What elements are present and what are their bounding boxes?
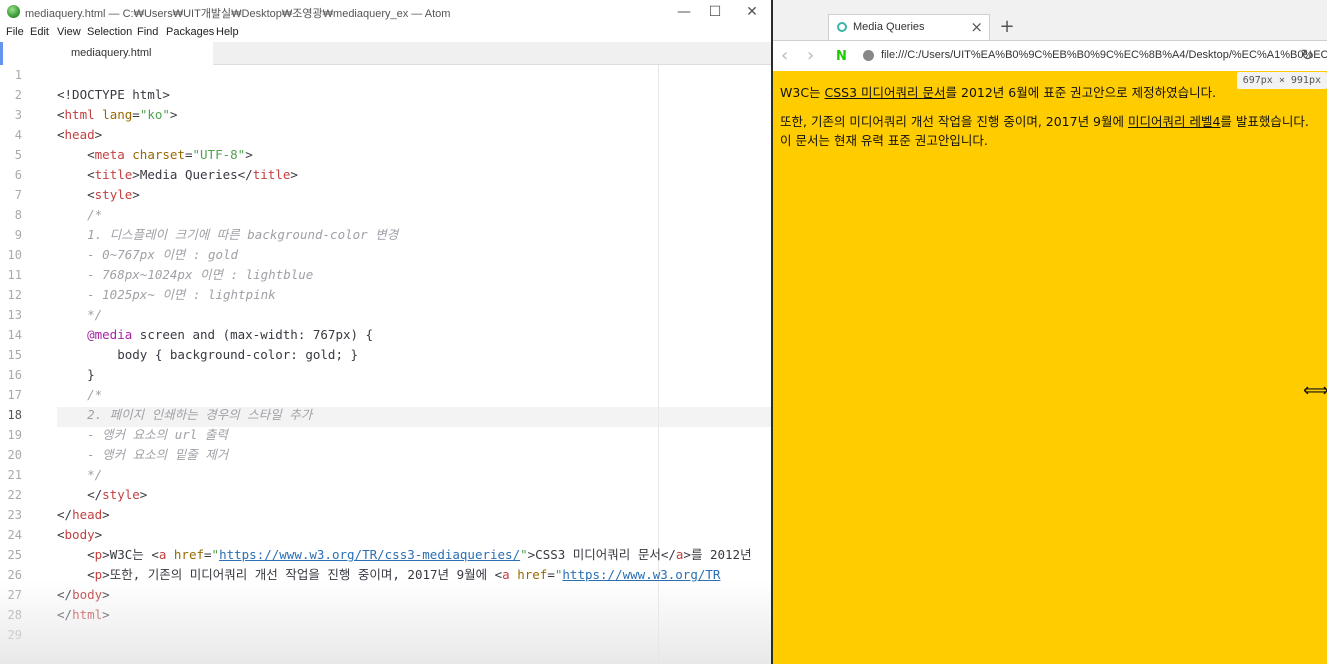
new-tab-button[interactable]: + (994, 15, 1020, 39)
browser-tabstrip: Media Queries × + (773, 0, 1327, 40)
code-line: 23 </head> (7, 507, 110, 522)
paragraph-2: 또한, 기존의 미디어쿼리 개선 작업을 진행 중이며, 2017년 9월에 미… (780, 114, 1309, 148)
code-line: 22 </style> (7, 487, 148, 502)
code-line: 9 1. 디스플레이 크기에 따른 background-color 변경 (14, 227, 399, 242)
address-bar[interactable]: file:///C:/Users/UIT%EA%B0%9C%EB%B0%9C%E… (881, 49, 1327, 61)
menu-file[interactable]: File (6, 26, 24, 38)
menu-view[interactable]: View (57, 26, 81, 38)
browser-tab-media-queries[interactable]: Media Queries × (828, 14, 990, 40)
browser-window: Media Queries × + ‹ › N file:///C:/Users… (773, 0, 1327, 664)
code-line: 17 /* (7, 387, 103, 402)
menu-find[interactable]: Find (137, 26, 158, 38)
code-line: 13 */ (7, 307, 103, 322)
browser-toolbar: ‹ › N file:///C:/Users/UIT%EA%B0%9C%EB%B… (773, 40, 1327, 71)
naver-logo-icon[interactable]: N (836, 49, 847, 64)
atom-window-title: mediaquery.html — C:₩Users₩UIT개발실₩Deskto… (25, 8, 451, 20)
code-line-current: 18 2. 페이지 인쇄하는 경우의 스타일 추가 (7, 407, 313, 422)
code-line: 28 </html> (7, 607, 110, 622)
reload-button[interactable]: ↻ (1301, 46, 1314, 64)
resize-cursor-icon: ⟺ (1303, 380, 1327, 401)
code-line: 8 /* (14, 207, 103, 222)
atom-app-icon (7, 5, 20, 18)
mediaqueries-level4-link[interactable]: 미디어쿼리 레벨4 (1128, 114, 1220, 129)
code-line: 10 - 0~767px 이면 : gold (7, 247, 239, 262)
code-line: 1 (14, 68, 22, 82)
back-button[interactable]: ‹ (781, 45, 788, 66)
code-editor[interactable]: 1 2 <!DOCTYPE html> 3 <html lang="ko"> 4 <h… (0, 65, 771, 664)
code-line: 25 <p>W3C는 <a href="https://www.w3.org/T… (7, 547, 752, 562)
tab-close-icon[interactable]: × (970, 18, 983, 36)
close-button[interactable]: ✕ (737, 2, 767, 22)
code-line: 6 <title>Media Queries</title> (14, 167, 298, 182)
atom-editor-window: mediaquery.html — C:₩Users₩UIT개발실₩Deskto… (0, 0, 771, 664)
code-line: 21 */ (7, 467, 103, 482)
code-line: 11 - 768px~1024px 이면 : lightblue (7, 267, 314, 282)
code-line: 3 <html lang="ko"> (14, 107, 178, 122)
code-line: 15 body { background-color: gold; } (7, 347, 359, 362)
tab-mediaquery-html[interactable]: mediaquery.html (0, 42, 213, 65)
paragraph-1: W3C는 CSS3 미디어쿼리 문서를 2012년 6월에 표준 권고안으로 제… (780, 85, 1217, 100)
atom-titlebar: mediaquery.html — C:₩Users₩UIT개발실₩Deskto… (0, 0, 771, 24)
maximize-button[interactable]: ☐ (700, 2, 730, 22)
code-line: 2 <!DOCTYPE html> (14, 87, 170, 102)
menu-selection[interactable]: Selection (87, 26, 132, 38)
code-line: 27 </body> (7, 587, 110, 602)
menu-edit[interactable]: Edit (30, 26, 49, 38)
forward-button[interactable]: › (807, 45, 814, 66)
code-line: 29 (7, 628, 22, 642)
code-line: 5 <meta charset="UTF-8"> (14, 147, 253, 162)
code-line: 12 - 1025px~ 이면 : lightpink (7, 287, 276, 302)
code-line: 14 @media screen and (max-width: 767px) … (7, 327, 374, 342)
atom-tabbar: mediaquery.html (0, 42, 771, 65)
code-line: 24 <body> (7, 527, 103, 542)
browser-viewport: 697px × 991px W3C는 CSS3 미디어쿼리 문서를 2012년 … (773, 71, 1327, 664)
atom-menubar: File Edit View Selection Find Packages H… (0, 24, 771, 42)
code-line: 4 <head> (14, 127, 103, 142)
css3-mediaqueries-link[interactable]: CSS3 미디어쿼리 문서 (825, 85, 946, 100)
tab-title: mediaquery.html (71, 47, 152, 59)
browser-tab-title: Media Queries (853, 21, 925, 33)
page-info-icon[interactable] (863, 50, 874, 61)
code-line: 20 - 앵커 요소의 밑줄 제거 (7, 447, 229, 462)
code-line: 19 - 앵커 요소의 url 출력 (7, 427, 228, 442)
code-line: 26 <p>또한, 기존의 미디어쿼리 개선 작업을 진행 중이며, 2017년… (7, 567, 721, 582)
page-loading-icon (837, 22, 847, 32)
code-line: 16 } (7, 367, 95, 382)
minimize-button[interactable]: — (669, 2, 699, 22)
menu-help[interactable]: Help (216, 26, 239, 38)
code-line: 7 <style> (14, 187, 140, 202)
menu-packages[interactable]: Packages (166, 26, 214, 38)
